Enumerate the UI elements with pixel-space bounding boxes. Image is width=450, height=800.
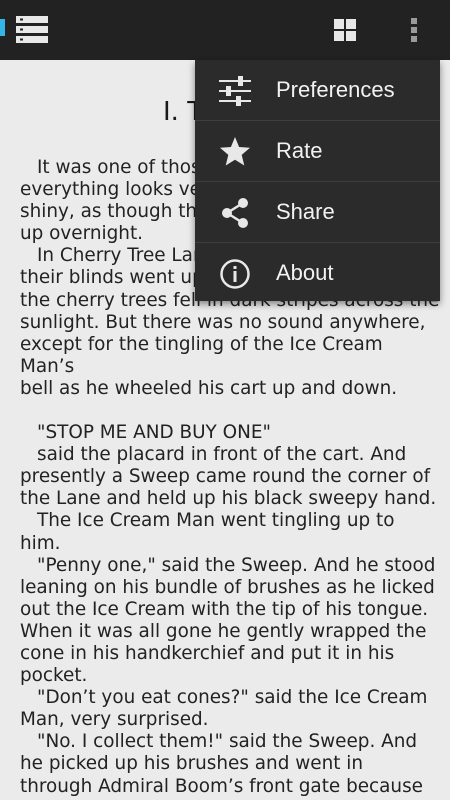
text-line: When it was all gone he gently wrapped t…	[20, 620, 427, 642]
overflow-menu-icon[interactable]	[407, 16, 421, 44]
overflow-menu: Preferences Rate Share About	[195, 60, 440, 301]
grid-icon[interactable]	[334, 19, 356, 41]
action-bar	[0, 0, 450, 60]
text-line: bell as he wheeled his cart up and down.	[20, 377, 398, 399]
text-line: the Lane and held up his black sweepy ha…	[20, 488, 437, 510]
text-line: Man, very surprised.	[20, 709, 209, 731]
menu-item-share[interactable]: Share	[195, 182, 440, 243]
menu-item-label: About	[276, 260, 334, 285]
menu-item-about[interactable]: About	[195, 243, 440, 303]
text-line: except for the tingling of the Ice Cream…	[20, 333, 389, 377]
text-line: "Penny one," said the Sweep. And he stoo…	[37, 554, 436, 576]
text-line: leaning on his bundle of brushes as he l…	[20, 576, 435, 598]
text-line: "Don’t you eat cones?" said the Ice Crea…	[37, 687, 428, 709]
text-line: The Ice Cream Man went tingling up to hi…	[20, 510, 401, 554]
text-line: through Admiral Boom’s front gate becaus…	[20, 775, 423, 797]
text-line: "No. I collect them!" said the Sweep. An…	[37, 731, 418, 753]
info-icon	[220, 259, 250, 289]
text-line: he picked up his brushes and went in	[20, 753, 364, 775]
text-line: out the Ice Cream with the tip of his to…	[20, 598, 429, 620]
text-line: cone in his handkerchief and put it in h…	[20, 642, 395, 664]
text-line: pocket.	[20, 665, 88, 687]
text-line: "STOP ME AND BUY ONE"	[37, 422, 271, 444]
share-icon	[222, 198, 248, 228]
menu-item-label: Preferences	[276, 77, 395, 102]
menu-item-label: Rate	[276, 138, 323, 163]
sliders-icon	[219, 76, 251, 106]
menu-item-label: Share	[276, 199, 335, 224]
drawer-list-icon[interactable]	[16, 16, 48, 44]
star-icon	[220, 137, 250, 166]
text-line: presently a Sweep came round the corner …	[20, 466, 431, 488]
drawer-indicator	[0, 19, 5, 36]
text-line: sunlight. But there was no sound anywher…	[20, 311, 426, 333]
text-line: said the placard in front of the cart. A…	[37, 444, 407, 466]
menu-item-rate[interactable]: Rate	[195, 121, 440, 182]
menu-item-preferences[interactable]: Preferences	[195, 60, 440, 121]
